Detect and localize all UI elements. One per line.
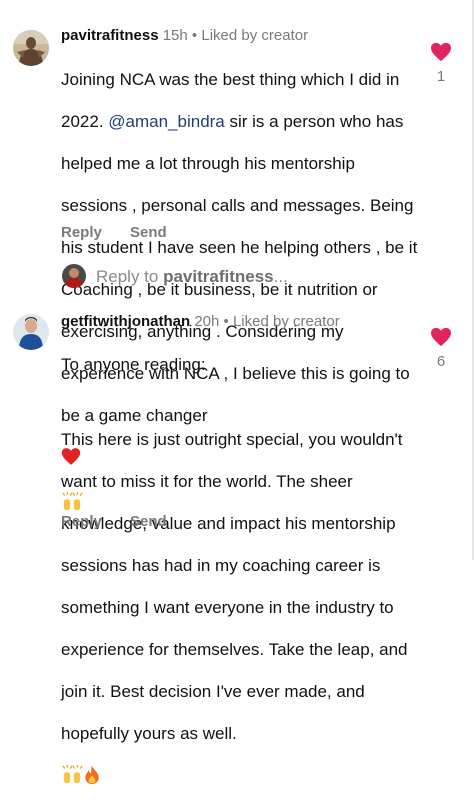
like-count[interactable]: 1 xyxy=(430,68,452,85)
comment-line: sessions , personal calls and messages. … xyxy=(61,196,414,215)
send-button[interactable]: Send xyxy=(130,224,167,241)
heart-icon[interactable] xyxy=(430,327,452,347)
comment-line: Joining NCA was the best thing which I d… xyxy=(61,70,400,89)
like-control: 6 xyxy=(430,327,452,370)
liked-by-creator: Liked by creator xyxy=(232,313,340,330)
comment-line: want to miss it for the world. The sheer xyxy=(61,472,353,491)
mention-link[interactable]: @aman_bindra xyxy=(108,112,225,131)
like-control: 1 xyxy=(430,42,452,85)
like-count[interactable]: 6 xyxy=(430,353,452,370)
separator-dot: • xyxy=(223,313,229,330)
comment-getfitwithjonathan: getfitwithjonathan 20h • Liked by creato… xyxy=(0,300,474,785)
liked-by-creator: Liked by creator xyxy=(201,27,309,44)
comment-line: helped me a lot through his mentorship xyxy=(61,154,355,173)
username[interactable]: pavitrafitness xyxy=(61,27,159,44)
reply-button[interactable]: Reply xyxy=(61,513,102,530)
comment-line: something I want everyone in the industr… xyxy=(61,598,394,617)
fire-icon xyxy=(83,744,101,790)
comment-line: To anyone reading: xyxy=(61,355,206,374)
timestamp: 15h xyxy=(162,27,188,44)
comment-actions: Reply Send xyxy=(61,513,191,530)
avatar[interactable] xyxy=(13,30,49,66)
username[interactable]: getfitwithjonathan xyxy=(61,313,190,330)
separator-dot: • xyxy=(191,27,198,44)
comment-actions: Reply Send xyxy=(61,224,191,241)
raising-hands-icon xyxy=(61,744,83,790)
send-button[interactable]: Send xyxy=(130,513,167,530)
timestamp: 20h xyxy=(194,313,220,330)
comment-line: This here is just outright special, you … xyxy=(61,430,403,449)
comment-line xyxy=(61,396,441,408)
comment-text: To anyone reading: This here is just out… xyxy=(61,333,441,811)
comment-line: hopefully yours as well. xyxy=(61,723,441,790)
reply-button[interactable]: Reply xyxy=(61,224,102,241)
comment-line: sessions has had in my coaching career i… xyxy=(61,556,381,575)
reply-to-prompt[interactable]: Reply to pavitrafitness... xyxy=(96,267,288,287)
comment-meta: pavitrafitness 15h • Liked by creator xyxy=(61,26,308,46)
avatar xyxy=(62,264,86,288)
comment-line: 2022. @aman_bindra sir is a person who h… xyxy=(61,112,404,131)
comment-line: experience for themselves. Take the leap… xyxy=(61,640,408,659)
avatar[interactable] xyxy=(13,314,49,350)
comment-line: join it. Best decision I've ever made, a… xyxy=(61,682,365,701)
comment-meta: getfitwithjonathan 20h • Liked by creato… xyxy=(61,312,340,332)
heart-icon[interactable] xyxy=(430,42,452,62)
comment-pavitrafitness: pavitrafitness 15h • Liked by creator Jo… xyxy=(0,0,474,511)
